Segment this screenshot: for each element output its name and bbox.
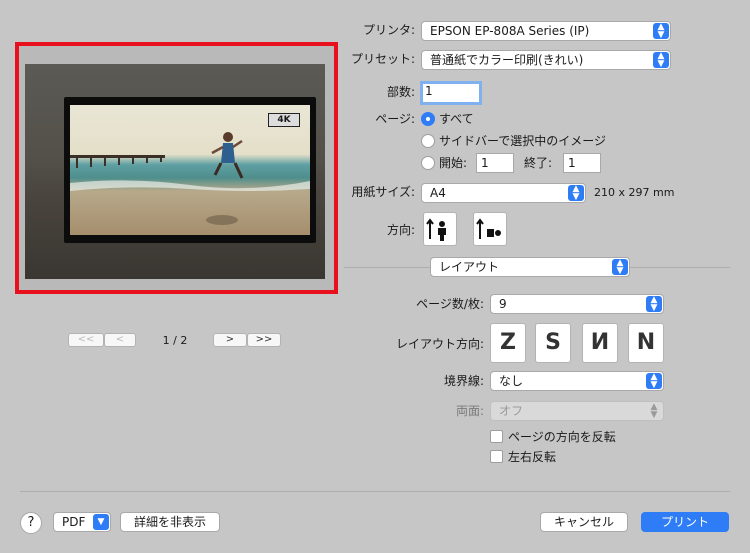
portrait-orientation-icon[interactable] bbox=[423, 212, 457, 246]
layout-direction-label: レイアウト方向: bbox=[395, 337, 484, 351]
pages-selection-label: サイドバーで選択中のイメージ bbox=[439, 134, 607, 148]
chevron-updown-icon: ▲ ▼ bbox=[646, 296, 662, 313]
reverse-orientation-checkbox[interactable] bbox=[490, 430, 503, 443]
printer-label: プリンタ: bbox=[362, 23, 415, 37]
paper-dimensions: 210 x 297 mm bbox=[594, 186, 675, 199]
print-button[interactable]: プリント bbox=[641, 512, 729, 532]
flip-horizontal-label: 左右反転 bbox=[508, 450, 557, 464]
paper-size-popup[interactable]: A4 ▲ ▼ bbox=[421, 183, 586, 203]
chevron-updown-icon: ▲ ▼ bbox=[653, 23, 669, 40]
border-popup[interactable]: なし ▲ ▼ bbox=[490, 371, 664, 391]
page-indicator: 1 / 2 bbox=[162, 334, 188, 347]
4k-badge: 4K bbox=[268, 113, 300, 127]
duplex-label: 両面: bbox=[455, 404, 484, 418]
preset-popup[interactable]: 普通紙でカラー印刷(きれい) ▲ ▼ bbox=[421, 50, 671, 70]
layout-direction-n-button[interactable]: N bbox=[628, 323, 664, 363]
copies-label: 部数: bbox=[386, 85, 415, 99]
pdf-label: PDF bbox=[62, 515, 86, 529]
paper-size-value: A4 bbox=[430, 186, 446, 200]
hide-details-button[interactable]: 詳細を非表示 bbox=[120, 512, 220, 532]
border-label: 境界線: bbox=[443, 374, 484, 388]
paper-size-label: 用紙サイズ: bbox=[351, 185, 415, 199]
border-value: なし bbox=[499, 374, 524, 388]
reverse-orientation-label: ページの方向を反転 bbox=[508, 430, 616, 444]
chevron-updown-icon: ▲ ▼ bbox=[646, 373, 662, 390]
help-button[interactable]: ? bbox=[20, 512, 42, 534]
first-page-button[interactable]: << bbox=[68, 333, 104, 347]
layout-direction-z-button[interactable]: Z bbox=[490, 323, 526, 363]
pages-label: ページ: bbox=[375, 112, 415, 126]
pages-per-sheet-value: 9 bbox=[499, 297, 507, 311]
duplex-popup: オフ ▲ ▼ bbox=[490, 401, 664, 421]
duplex-value: オフ bbox=[499, 404, 524, 418]
preset-value: 普通紙でカラー印刷(きれい) bbox=[430, 53, 584, 67]
footer-separator bbox=[20, 491, 730, 492]
layout-direction-reverse-n-button[interactable]: И bbox=[582, 323, 618, 363]
previous-page-button[interactable]: < bbox=[104, 333, 136, 347]
section-popup[interactable]: レイアウト ▲ ▼ bbox=[430, 257, 630, 277]
pages-from-field[interactable]: 1 bbox=[476, 153, 514, 173]
pages-all-label: すべて bbox=[439, 112, 474, 126]
printer-value: EPSON EP-808A Series (IP) bbox=[430, 24, 590, 38]
landscape-orientation-icon[interactable] bbox=[473, 212, 507, 246]
pdf-menu-button[interactable]: PDF ▼ bbox=[53, 512, 111, 532]
pages-range-radio[interactable] bbox=[421, 156, 435, 170]
chevron-updown-icon: ▲ ▼ bbox=[568, 185, 584, 202]
pages-per-sheet-label: ページ数/枚: bbox=[416, 297, 484, 311]
orientation-label: 方向: bbox=[386, 223, 415, 237]
chevron-down-icon: ▼ bbox=[93, 514, 109, 530]
layout-direction-s-button[interactable]: S bbox=[535, 323, 571, 363]
pages-from-label: 開始: bbox=[439, 156, 468, 170]
pages-per-sheet-popup[interactable]: 9 ▲ ▼ bbox=[490, 294, 664, 314]
cancel-button[interactable]: キャンセル bbox=[540, 512, 628, 532]
copies-field[interactable]: 1 bbox=[420, 81, 482, 105]
chevron-updown-icon: ▲ ▼ bbox=[612, 259, 628, 276]
next-page-button[interactable]: > bbox=[213, 333, 247, 347]
pages-to-field[interactable]: 1 bbox=[563, 153, 601, 173]
last-page-button[interactable]: >> bbox=[247, 333, 281, 347]
chevron-updown-icon: ▲ ▼ bbox=[653, 52, 669, 69]
pages-all-radio[interactable] bbox=[421, 112, 435, 126]
pages-to-label: 終了: bbox=[524, 156, 553, 170]
preset-label: プリセット: bbox=[350, 52, 415, 66]
chevron-updown-icon: ▲ ▼ bbox=[650, 402, 658, 420]
pages-selection-radio[interactable] bbox=[421, 134, 435, 148]
flip-horizontal-checkbox[interactable] bbox=[490, 450, 503, 463]
printer-popup[interactable]: EPSON EP-808A Series (IP) ▲ ▼ bbox=[421, 21, 671, 41]
section-value: レイアウト bbox=[439, 260, 500, 274]
